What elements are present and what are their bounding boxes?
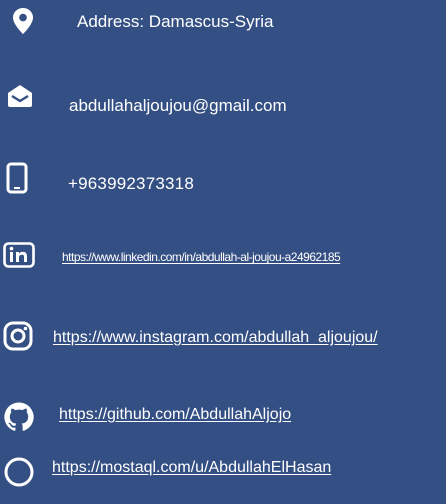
instagram-icon[interactable]: [2, 320, 34, 352]
circle-icon[interactable]: [3, 456, 35, 488]
linkedin-icon[interactable]: [3, 242, 35, 268]
map-pin-icon: [13, 8, 33, 34]
mobile-phone-icon: [6, 162, 28, 194]
contact-row-github: https://github.com/AbdullahAljojo: [0, 397, 446, 437]
contact-row-instagram: https://www.instagram.com/abdullah_aljou…: [0, 318, 446, 358]
linkedin-link[interactable]: https://www.linkedin.com/in/abdullah-al-…: [62, 251, 341, 263]
contact-row-email: abdullahaljoujou@gmail.com: [0, 82, 446, 122]
github-link[interactable]: https://github.com/AbdullahAljojo: [59, 407, 291, 423]
address-text: Address: Damascus-Syria: [77, 12, 274, 31]
contact-row-address: Address: Damascus-Syria: [0, 0, 446, 40]
contact-row-mostaql: https://mostaql.com/u/AbdullahElHasan: [0, 450, 446, 490]
email-link[interactable]: abdullahaljoujou@gmail.com: [69, 97, 287, 114]
contact-panel: Address: Damascus-Syria abdullahaljoujou…: [0, 0, 446, 504]
github-icon[interactable]: [3, 401, 35, 433]
instagram-link[interactable]: https://www.instagram.com/abdullah_aljou…: [53, 330, 378, 346]
contact-row-linkedin: https://www.linkedin.com/in/abdullah-al-…: [0, 240, 446, 280]
envelope-icon: [5, 84, 35, 108]
mostaql-link[interactable]: https://mostaql.com/u/AbdullahElHasan: [52, 460, 331, 476]
contact-row-phone: +963992373318: [0, 160, 446, 200]
phone-text[interactable]: +963992373318: [68, 175, 194, 192]
